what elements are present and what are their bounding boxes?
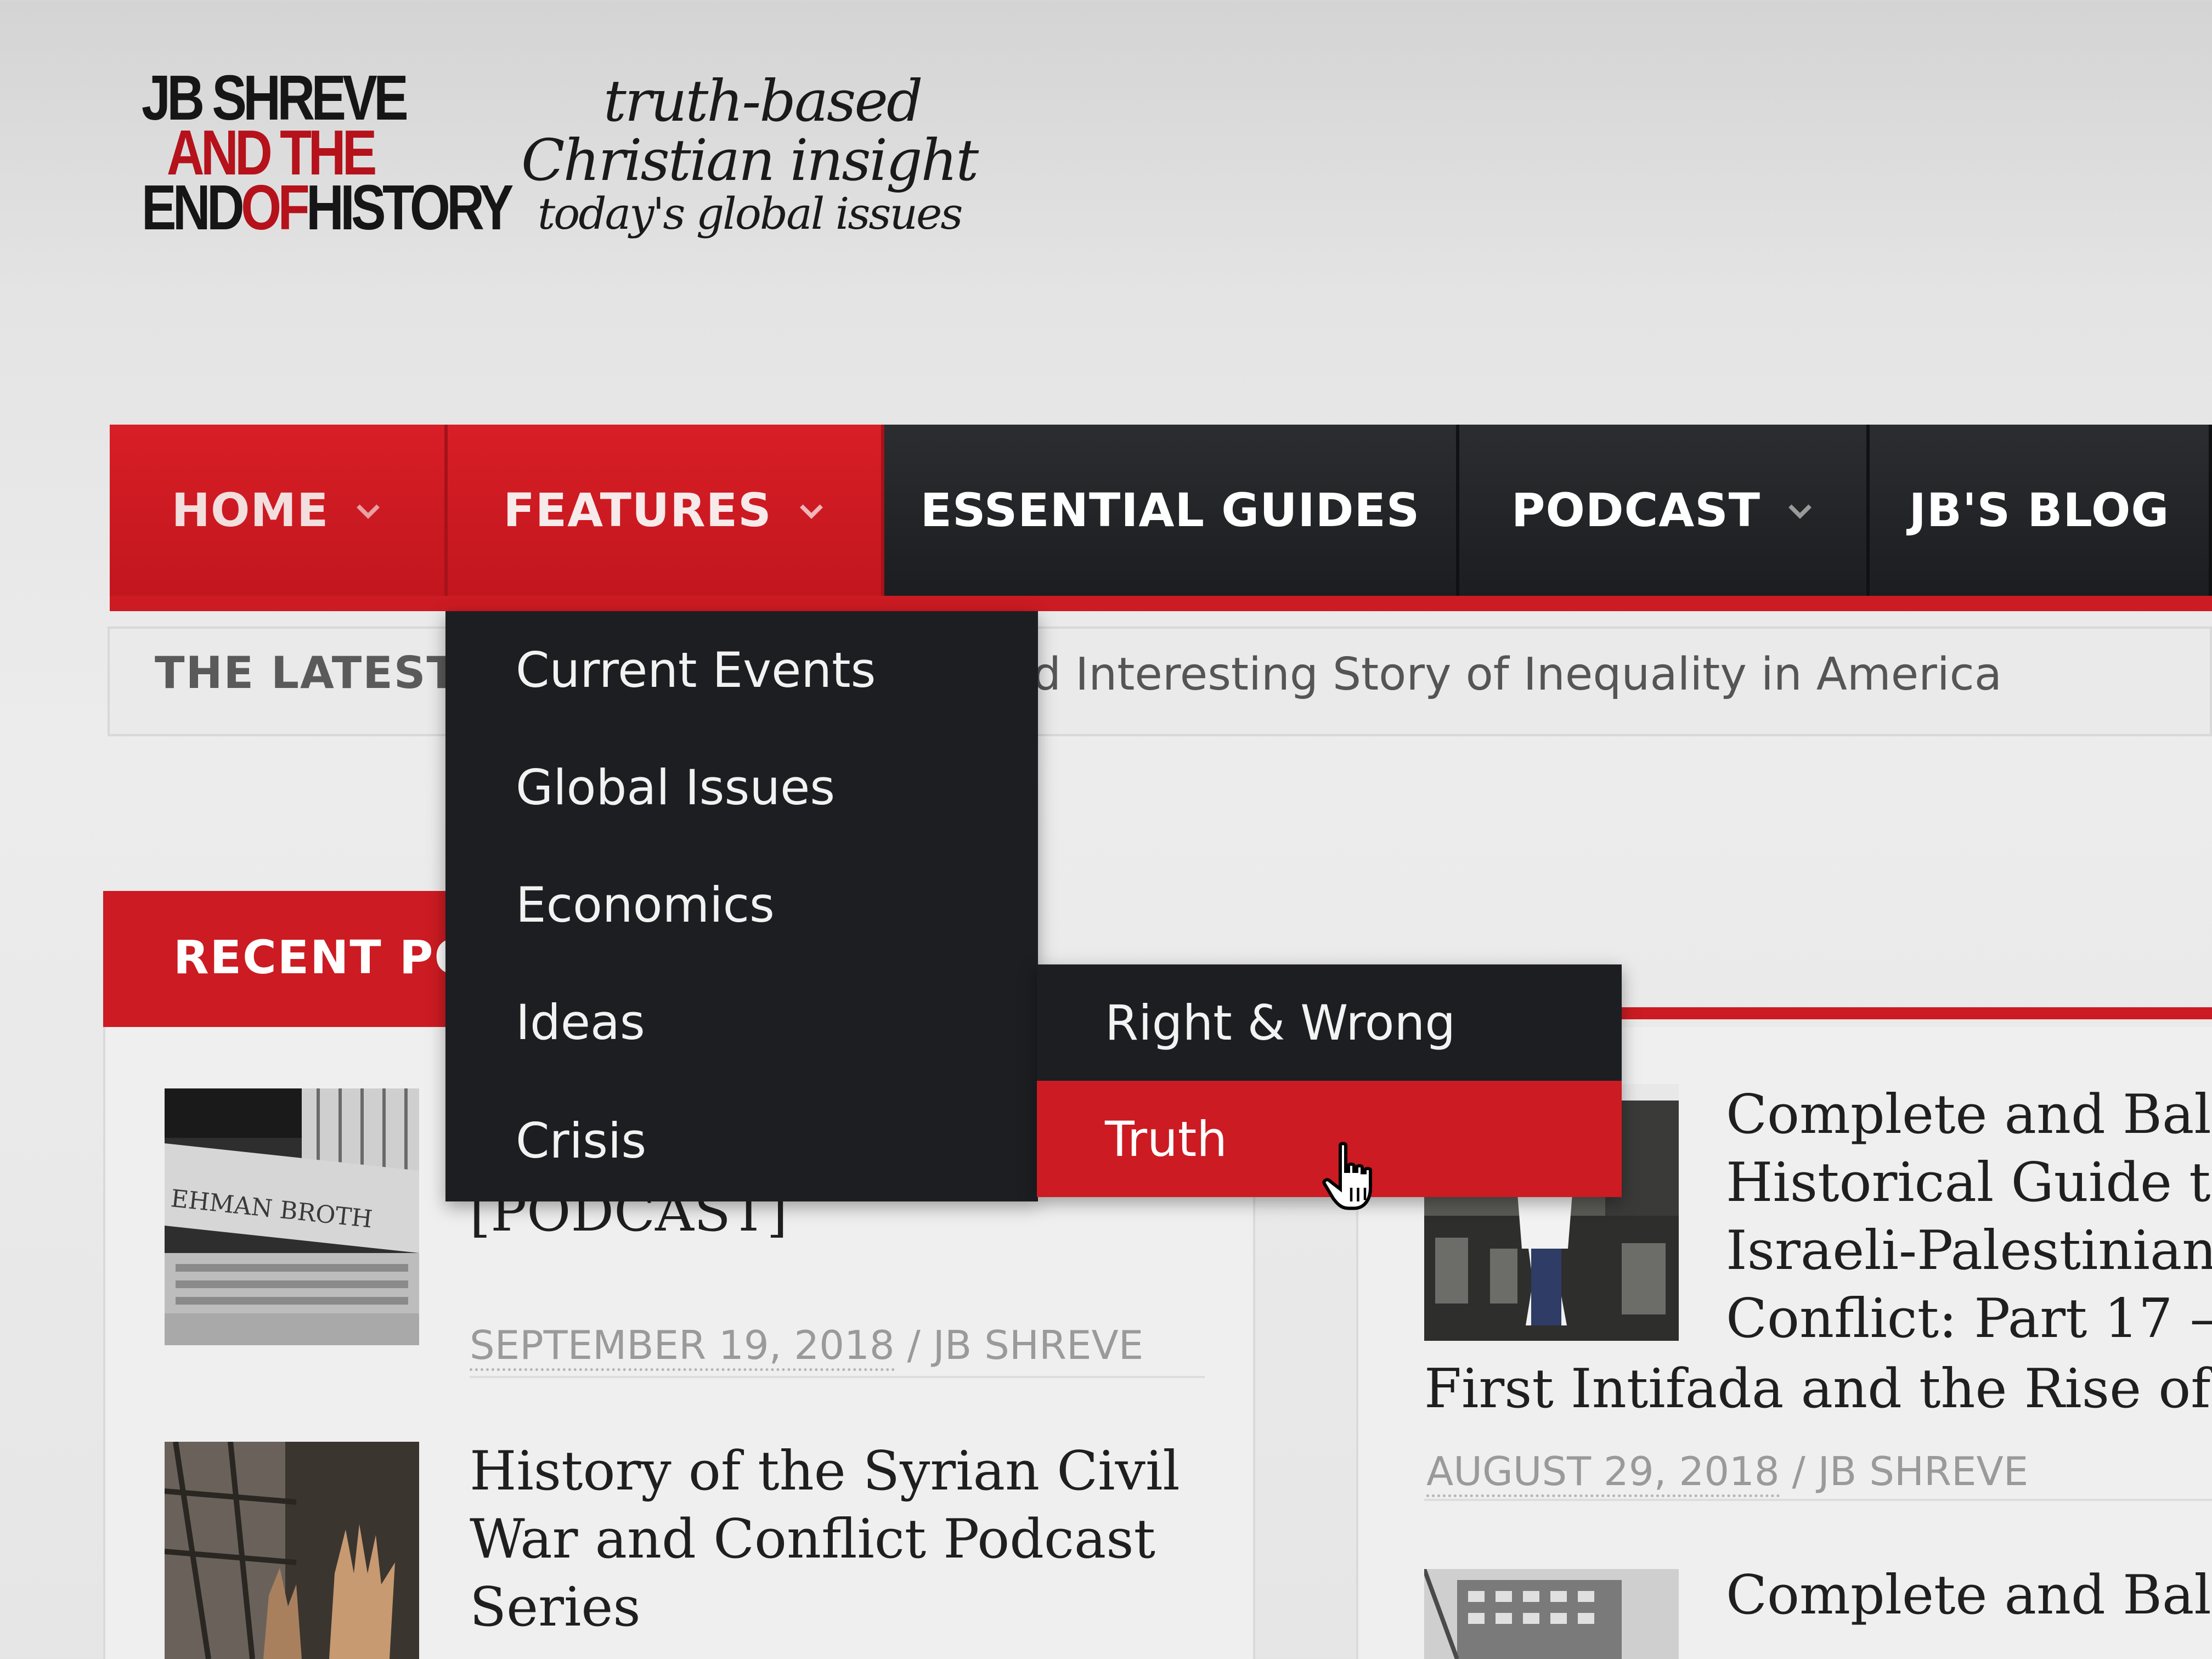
dropdown-item-ideas[interactable]: Ideas <box>516 994 645 1051</box>
post-author-link[interactable]: JB SHREVE <box>933 1322 1144 1368</box>
site-logo[interactable]: JB SHREVE AND THE ENDOFHISTORY <box>142 66 526 246</box>
post-title-link[interactable]: History of the Syrian Civil War and Conf… <box>470 1437 1238 1641</box>
dropdown-item-global-issues[interactable]: Global Issues <box>516 759 835 816</box>
latest-label: THE LATEST: <box>155 647 474 698</box>
tagline-line-2: Christian insight <box>521 127 979 194</box>
nav-label-features: FEATURES <box>503 483 772 537</box>
chevron-down-icon <box>799 504 823 519</box>
main-nav: HOME FEATURES ESSENTIAL GUIDES PODCAST J… <box>110 425 2212 611</box>
post-thumbnail[interactable] <box>1424 1569 1679 1659</box>
lehman-building-image: EHMAN BROTH <box>165 1088 419 1345</box>
post-author-link[interactable]: JB SHREVE <box>1818 1448 2029 1494</box>
dropdown-item-economics[interactable]: Economics <box>516 877 775 933</box>
tagline-line-3: today's global issues <box>538 188 963 239</box>
nav-item-jbs-blog[interactable]: JB'S BLOG <box>1870 425 2212 596</box>
section-divider <box>1618 1007 2212 1019</box>
latest-headline-link[interactable]: nd Interesting Story of Inequality in Am… <box>1004 648 2002 701</box>
nav-label-essential-guides: ESSENTIAL GUIDES <box>920 483 1420 537</box>
site-tagline: truth-based Christian insight today's gl… <box>521 67 979 246</box>
post-divider <box>470 1376 1205 1378</box>
nav-label-jbs-blog: JB'S BLOG <box>1909 483 2170 537</box>
chevron-down-icon <box>1788 504 1812 519</box>
post-meta: AUGUST 29, 2018 / JB SHREVE <box>1426 1448 2029 1497</box>
post-divider <box>1424 1499 2212 1501</box>
post-thumbnail[interactable] <box>165 1442 419 1659</box>
hand-pointer-cursor-icon <box>1322 1142 1372 1210</box>
tagline-line-1: truth-based <box>603 67 923 134</box>
nav-item-essential-guides[interactable]: ESSENTIAL GUIDES <box>884 425 1459 596</box>
post-title-link[interactable]: Complete and Bala Historical Guide to Is… <box>1726 1081 2212 1353</box>
post-meta: SEPTEMBER 19, 2018 / JB SHREVE <box>470 1322 1144 1371</box>
submenu-item-right-and-wrong[interactable]: Right & Wrong <box>1037 964 1622 1081</box>
post-date-link[interactable]: SEPTEMBER 19, 2018 <box>470 1322 895 1371</box>
post-title-continuation[interactable]: First Intifada and the Rise of H <box>1424 1355 2212 1423</box>
nav-item-features[interactable]: FEATURES <box>448 425 884 596</box>
chevron-down-icon <box>357 504 380 519</box>
recent-posts-title: RECENT PO <box>173 930 475 984</box>
post-thumbnail[interactable]: EHMAN BROTH <box>165 1088 419 1345</box>
nav-label-podcast: PODCAST <box>1511 483 1761 537</box>
post-title-link[interactable]: Complete and Bala <box>1726 1561 2212 1629</box>
nav-item-home[interactable]: HOME <box>110 425 448 596</box>
dropdown-item-current-events[interactable]: Current Events <box>516 642 876 698</box>
post-date-link[interactable]: AUGUST 29, 2018 <box>1426 1448 1780 1497</box>
syria-hands-image <box>165 1442 419 1659</box>
logo-line-3: ENDOFHISTORY <box>142 172 514 243</box>
dropdown-item-crisis[interactable]: Crisis <box>516 1113 646 1169</box>
nav-item-podcast[interactable]: PODCAST <box>1459 425 1870 596</box>
building-image <box>1424 1569 1679 1659</box>
nav-label-home: HOME <box>171 483 329 537</box>
